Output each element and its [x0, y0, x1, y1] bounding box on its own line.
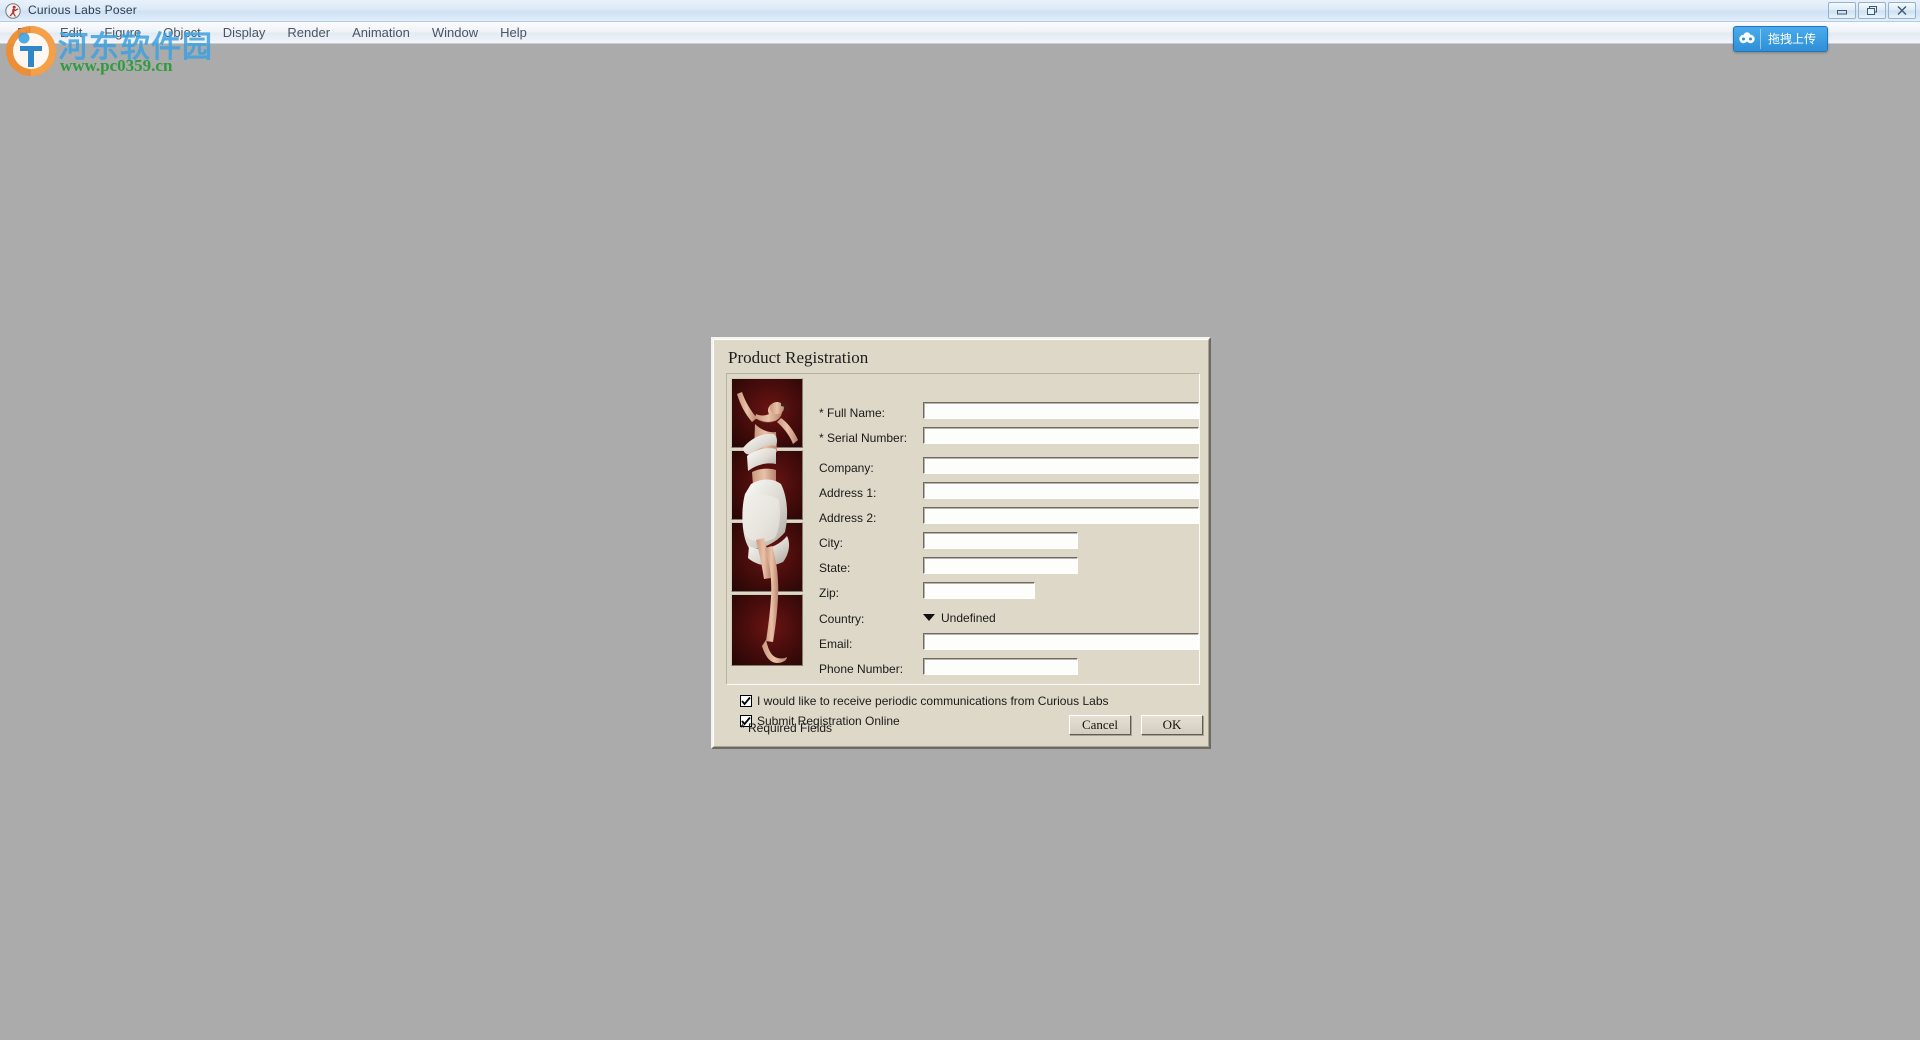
- dialog-inner-frame: Product Registration * Full Name: * Seri…: [713, 339, 1209, 747]
- checkmark-icon: [741, 696, 751, 706]
- address-1-input-wrap[interactable]: [923, 482, 1199, 500]
- restore-icon: [1866, 5, 1878, 16]
- full-name-input-wrap[interactable]: [923, 402, 1199, 420]
- menu-item-file[interactable]: File: [6, 23, 49, 43]
- minimize-button[interactable]: [1828, 2, 1856, 19]
- field-label-phone-number: Phone Number:: [819, 661, 904, 676]
- window-title: Curious Labs Poser: [28, 3, 137, 17]
- registration-form-panel: * Full Name: * Serial Number: Company: A…: [726, 373, 1200, 685]
- checkbox-row-communications[interactable]: I would like to receive periodic communi…: [740, 693, 1109, 709]
- communications-checkbox[interactable]: [740, 695, 752, 707]
- field-label-address-1: Address 1:: [819, 485, 877, 500]
- drag-upload-badge[interactable]: 拖拽上传: [1732, 26, 1828, 52]
- poser-dancer-artwork: [731, 378, 803, 668]
- field-label-company: Company:: [819, 460, 874, 475]
- field-label-serial-number: * Serial Number:: [819, 430, 908, 445]
- chevron-down-icon: [923, 614, 935, 621]
- menu-item-help[interactable]: Help: [489, 23, 538, 43]
- city-input[interactable]: [924, 534, 1077, 550]
- splash-tile-2: [731, 450, 803, 520]
- menu-item-display[interactable]: Display: [212, 23, 277, 43]
- state-input-wrap[interactable]: [923, 557, 1078, 575]
- field-label-full-name: * Full Name:: [819, 405, 886, 420]
- menu-item-render[interactable]: Render: [276, 23, 341, 43]
- drag-upload-label: 拖拽上传: [1759, 29, 1825, 49]
- minimize-icon: [1836, 6, 1848, 15]
- address-1-input[interactable]: [924, 484, 1198, 500]
- cancel-button[interactable]: Cancel: [1069, 715, 1131, 735]
- state-input[interactable]: [924, 559, 1077, 575]
- menu-item-edit[interactable]: Edit: [49, 23, 93, 43]
- dialog-title: Product Registration: [728, 348, 869, 367]
- company-input[interactable]: [924, 459, 1198, 475]
- menu-item-window[interactable]: Window: [421, 23, 489, 43]
- country-selected-value: Undefined: [941, 610, 996, 625]
- field-label-city: City:: [819, 535, 843, 550]
- field-label-state: State:: [819, 560, 851, 575]
- field-label-address-2: Address 2:: [819, 510, 877, 525]
- application-window: Curious Labs Poser File Edit Figure Obje…: [0, 0, 1920, 1040]
- email-input-wrap[interactable]: [923, 633, 1199, 651]
- restore-button[interactable]: [1858, 2, 1886, 19]
- splash-tile-4: [731, 594, 803, 666]
- city-input-wrap[interactable]: [923, 532, 1078, 550]
- menu-item-animation[interactable]: Animation: [341, 23, 421, 43]
- window-controls: [1828, 2, 1916, 19]
- field-label-zip: Zip:: [819, 585, 840, 600]
- close-button[interactable]: [1888, 2, 1916, 19]
- email-input[interactable]: [924, 635, 1198, 651]
- cloud-upload-icon: [1736, 29, 1758, 49]
- company-input-wrap[interactable]: [923, 457, 1199, 475]
- product-registration-dialog: Product Registration * Full Name: * Seri…: [711, 337, 1211, 749]
- field-label-country: Country:: [819, 611, 865, 626]
- phone-number-input-wrap[interactable]: [923, 658, 1078, 676]
- serial-number-input-wrap[interactable]: [923, 427, 1199, 445]
- serial-number-input[interactable]: [924, 429, 1198, 445]
- menu-bar: File Edit Figure Object Display Render A…: [0, 22, 1920, 44]
- zip-input[interactable]: [924, 584, 1034, 600]
- phone-number-input[interactable]: [924, 660, 1077, 676]
- ok-button[interactable]: OK: [1141, 715, 1203, 735]
- full-name-input[interactable]: [924, 404, 1198, 420]
- watermark-url: www.pc0359.cn: [60, 56, 173, 75]
- country-dropdown[interactable]: Undefined: [923, 609, 996, 626]
- window-titlebar: Curious Labs Poser: [0, 0, 1920, 22]
- address-2-input[interactable]: [924, 509, 1198, 525]
- poser-figure-icon: [5, 3, 21, 19]
- required-fields-note: * Required Fields: [740, 721, 833, 735]
- menu-item-object[interactable]: Object: [152, 23, 212, 43]
- zip-input-wrap[interactable]: [923, 582, 1035, 600]
- menu-item-figure[interactable]: Figure: [93, 23, 152, 43]
- address-2-input-wrap[interactable]: [923, 507, 1199, 525]
- field-label-email: Email:: [819, 636, 853, 651]
- splash-tile-3: [731, 522, 803, 592]
- communications-checkbox-label: I would like to receive periodic communi…: [757, 694, 1109, 708]
- close-icon: [1896, 5, 1908, 16]
- splash-tile-1: [731, 378, 803, 448]
